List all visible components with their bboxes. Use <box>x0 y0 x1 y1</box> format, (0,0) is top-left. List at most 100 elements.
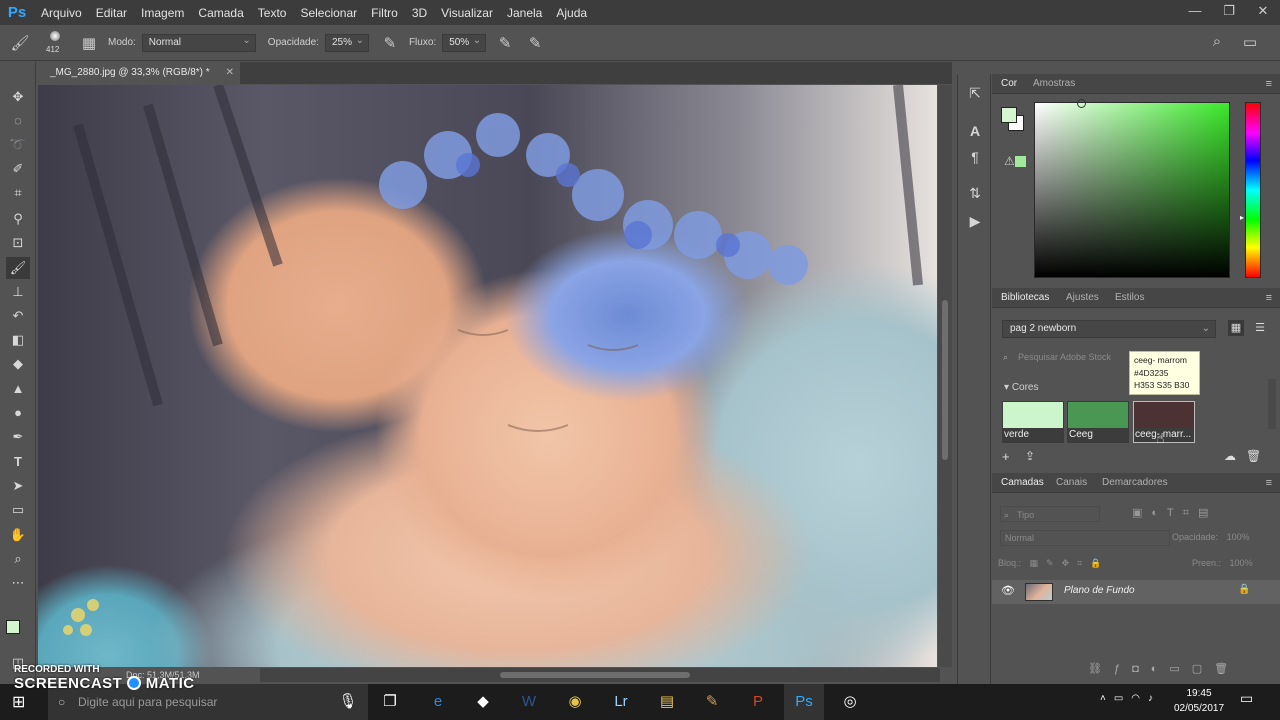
add-content-icon[interactable]: + <box>1002 449 1010 464</box>
pressure-opacity-icon[interactable]: ✎ <box>375 34 405 52</box>
lightroom-icon[interactable]: Lr <box>601 684 641 720</box>
libraries-scrollbar[interactable] <box>1268 379 1276 429</box>
layer-blend-mode-select[interactable]: Normal <box>1000 530 1170 546</box>
eye-icon[interactable]: 👁 <box>1001 584 1015 597</box>
lock-icons[interactable]: ▦✎✥⌗🔒 <box>1030 558 1110 568</box>
system-tray-icons[interactable]: ˄▭◠♪ <box>1100 693 1161 704</box>
type-tool-icon[interactable]: T <box>6 451 30 473</box>
menu-editar[interactable]: Editar <box>89 6 134 20</box>
clone-stamp-tool-icon[interactable]: ⊥ <box>6 281 30 303</box>
actions-play-icon[interactable]: ▶ <box>962 210 988 232</box>
sigi-app-icon[interactable]: ◆ <box>463 684 503 720</box>
file-explorer-icon[interactable]: ▤ <box>647 684 687 720</box>
edge-icon[interactable]: e <box>418 684 458 720</box>
gamut-warning-icon[interactable]: ⚠ <box>1004 154 1015 168</box>
document-canvas[interactable] <box>38 85 937 667</box>
history-brush-tool-icon[interactable]: ↶ <box>6 305 30 327</box>
mode-select[interactable]: Normal <box>141 33 256 52</box>
layer-actions-bar[interactable]: ⛓ƒ◘◐▭▢🗑 <box>1088 662 1240 675</box>
eraser-tool-icon[interactable]: ◧ <box>6 329 30 351</box>
brush-preset-picker[interactable]: 412 <box>40 26 76 60</box>
chrome-icon[interactable]: ◉ <box>555 684 595 720</box>
minimize-button[interactable]: — <box>1178 0 1212 25</box>
tab-cor[interactable]: Cor <box>1001 74 1017 94</box>
clone-source-panel-icon[interactable]: ⇅ <box>962 182 988 204</box>
menu-arquivo[interactable]: Arquivo <box>34 6 89 20</box>
cloud-sync-icon[interactable]: ☁ <box>1224 449 1236 463</box>
workspace-icon[interactable]: ▭ <box>1236 33 1264 51</box>
brush-tool-icon[interactable]: 🖌 <box>6 257 30 279</box>
crop-tool-icon[interactable]: ⌗ <box>6 182 30 204</box>
library-select[interactable]: pag 2 newborn ⌄ <box>1002 320 1216 338</box>
menu-texto[interactable]: Texto <box>251 6 294 20</box>
microphone-icon[interactable]: 🎙 <box>328 684 368 720</box>
trash-icon[interactable]: 🗑 <box>1246 449 1261 463</box>
eyedropper-tool-icon[interactable]: ⚲ <box>6 208 30 230</box>
colors-section-header[interactable]: ▾ Cores <box>1004 382 1039 393</box>
path-select-tool-icon[interactable]: ➤ <box>6 475 30 497</box>
history-panel-icon[interactable]: ⇱ <box>962 82 988 104</box>
picker-cursor[interactable] <box>1077 99 1086 108</box>
marquee-tool-icon[interactable]: ◌ <box>6 110 30 132</box>
pen-tool-icon[interactable]: ✒ <box>6 426 30 448</box>
library-swatch-verde[interactable]: verde <box>1002 401 1064 443</box>
search-icon[interactable]: ⌕ <box>1205 33 1229 50</box>
airbrush-icon[interactable]: ✎ <box>490 34 520 52</box>
menu-selecionar[interactable]: Selecionar <box>293 6 364 20</box>
foreground-color-chip[interactable] <box>1001 107 1017 123</box>
brush-panel-icon[interactable]: ▦ <box>76 34 102 52</box>
menu-visualizar[interactable]: Visualizar <box>434 6 500 20</box>
pen-app-icon[interactable]: ✎ <box>692 684 732 720</box>
more-tools-icon[interactable]: ⋯ <box>6 572 30 594</box>
pressure-size-icon[interactable]: ✎ <box>520 34 550 52</box>
notifications-icon[interactable]: ▭ <box>1240 690 1253 707</box>
layer-fill-control[interactable]: Preen.: 100% <box>1192 558 1253 568</box>
grid-view-icon[interactable]: ▦ <box>1228 320 1244 336</box>
tab-amostras[interactable]: Amostras <box>1033 74 1075 94</box>
layer-row[interactable]: 👁 Plano de Fundo 🔒 <box>992 580 1280 604</box>
library-swatch-ceeg[interactable]: Ceeg <box>1067 401 1129 443</box>
close-button[interactable]: ✕ <box>1246 0 1280 25</box>
menu-filtro[interactable]: Filtro <box>364 6 405 20</box>
taskbar-clock[interactable]: 19:45 02/05/2017 <box>1174 686 1224 716</box>
canvas-vertical-scroll-thumb[interactable] <box>942 300 948 460</box>
hue-marker-icon[interactable]: ▸ <box>1240 213 1244 222</box>
menu-ajuda[interactable]: Ajuda <box>549 6 594 20</box>
tab-bibliotecas[interactable]: Bibliotecas <box>1001 288 1049 308</box>
windows-start-icon[interactable]: ⊞ <box>12 692 25 712</box>
task-view-icon[interactable]: ❐ <box>370 684 410 720</box>
paragraph-panel-icon[interactable]: ¶ <box>962 146 988 168</box>
flow-select[interactable]: 50% <box>442 33 487 52</box>
menu-imagem[interactable]: Imagem <box>134 6 191 20</box>
tab-canais[interactable]: Canais <box>1056 473 1087 493</box>
web-safe-color-chip[interactable] <box>1015 156 1026 167</box>
foreground-color-swatch[interactable] <box>6 620 20 634</box>
panel-menu-icon[interactable]: ≡ <box>1266 74 1272 94</box>
list-view-icon[interactable]: ☰ <box>1252 320 1268 336</box>
character-panel-icon[interactable]: A <box>962 120 988 142</box>
close-icon[interactable]: ✕ <box>226 62 234 84</box>
zoom-tool-icon[interactable]: ⌕ <box>6 548 30 570</box>
paint-bucket-tool-icon[interactable]: ◆ <box>6 353 30 375</box>
opacity-select[interactable]: 25% <box>324 33 369 52</box>
menu-janela[interactable]: Janela <box>500 6 549 20</box>
quick-select-tool-icon[interactable]: ✐ <box>6 158 30 180</box>
tab-estilos[interactable]: Estilos <box>1115 288 1144 308</box>
powerpoint-icon[interactable]: P <box>738 684 778 720</box>
blur-tool-icon[interactable]: ▲ <box>6 378 30 400</box>
hue-slider[interactable]: ▸ <box>1240 102 1261 278</box>
panel-menu-icon[interactable]: ≡ <box>1266 473 1272 493</box>
upload-icon[interactable]: ⇪ <box>1025 449 1035 463</box>
hand-tool-icon[interactable]: ✋ <box>6 524 30 546</box>
layer-opacity-control[interactable]: Opacidade: 100% <box>1172 532 1250 542</box>
restore-button[interactable]: ❐ <box>1212 0 1246 25</box>
dodge-tool-icon[interactable]: ● <box>6 402 30 424</box>
brush-tool-icon[interactable]: 🖌 <box>0 34 40 52</box>
menu-camada[interactable]: Camada <box>191 6 250 20</box>
color-picker-field[interactable] <box>1034 99 1230 278</box>
photoshop-taskbar-icon[interactable]: Ps <box>784 684 824 720</box>
move-tool-icon[interactable]: ✥ <box>6 86 30 108</box>
panel-menu-icon[interactable]: ≡ <box>1266 288 1272 308</box>
screencast-taskbar-icon[interactable]: ◎ <box>830 684 870 720</box>
canvas-horizontal-scroll-thumb[interactable] <box>500 672 690 678</box>
